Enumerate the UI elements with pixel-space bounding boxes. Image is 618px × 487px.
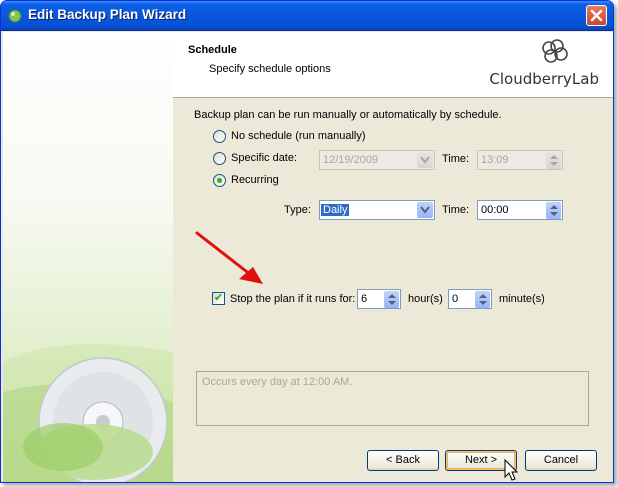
mouse-cursor-icon bbox=[504, 459, 519, 481]
recurring-label[interactable]: Recurring bbox=[231, 174, 279, 186]
spin-icon[interactable] bbox=[546, 152, 561, 169]
recurring-radio[interactable] bbox=[213, 174, 226, 187]
spin-icon[interactable] bbox=[546, 202, 561, 219]
chevron-down-icon[interactable] bbox=[417, 202, 433, 218]
specific-date-radio[interactable] bbox=[213, 152, 226, 165]
spin-icon[interactable] bbox=[475, 291, 490, 308]
wizard-window: Edit Backup Plan Wizard Schedule Specify… bbox=[0, 0, 614, 483]
type-label: Type: bbox=[284, 204, 311, 216]
stop-plan-checkbox[interactable]: ✔ bbox=[212, 292, 225, 305]
specific-date-value: 12/19/2009 bbox=[323, 154, 379, 166]
minutes-input[interactable]: 0 bbox=[448, 289, 492, 309]
no-schedule-radio[interactable] bbox=[213, 130, 226, 143]
window-title: Edit Backup Plan Wizard bbox=[28, 7, 187, 22]
recurring-time-value: 00:00 bbox=[481, 204, 509, 216]
hours-value: 6 bbox=[361, 293, 368, 305]
specific-date-label[interactable]: Specific date: bbox=[231, 152, 297, 164]
chevron-down-icon[interactable] bbox=[417, 152, 433, 168]
wizard-side-banner bbox=[3, 32, 173, 482]
type-select[interactable]: Daily bbox=[319, 200, 435, 220]
specific-time-value: 13:09 bbox=[481, 154, 509, 166]
banner-graphic bbox=[3, 344, 173, 482]
specific-time-input[interactable]: 13:09 bbox=[477, 150, 563, 170]
recurring-time-label: Time: bbox=[442, 204, 470, 216]
cloudberry-logo-icon bbox=[542, 39, 568, 63]
specific-date-picker[interactable]: 12/19/2009 bbox=[319, 150, 435, 170]
title-bar[interactable]: Edit Backup Plan Wizard bbox=[1, 1, 613, 31]
wizard-header: Schedule Specify schedule options Cloudb… bbox=[173, 32, 613, 98]
red-arrow-annotation bbox=[195, 231, 263, 284]
logo-text: CloudberryLab bbox=[489, 70, 599, 88]
page-title: Schedule bbox=[188, 44, 237, 56]
close-button[interactable] bbox=[586, 5, 607, 26]
specific-time-label: Time: bbox=[442, 153, 470, 165]
type-value: Daily bbox=[321, 204, 350, 216]
spin-icon[interactable] bbox=[384, 291, 399, 308]
cancel-button[interactable]: Cancel bbox=[525, 450, 597, 471]
schedule-intro: Backup plan can be run manually or autom… bbox=[194, 109, 502, 121]
back-button[interactable]: < Back bbox=[367, 450, 439, 471]
hours-unit-label: hour(s) bbox=[408, 293, 443, 305]
app-icon bbox=[8, 9, 22, 23]
close-icon bbox=[590, 9, 603, 22]
hours-input[interactable]: 6 bbox=[357, 289, 401, 309]
minutes-value: 0 bbox=[452, 293, 459, 305]
recurring-time-input[interactable]: 00:00 bbox=[477, 200, 563, 220]
schedule-summary-text: Occurs every day at 12:00 AM. bbox=[202, 376, 353, 388]
minutes-unit-label: minute(s) bbox=[499, 293, 545, 305]
schedule-summary-box: Occurs every day at 12:00 AM. bbox=[196, 371, 589, 426]
stop-plan-label[interactable]: Stop the plan if it runs for: bbox=[230, 293, 355, 305]
no-schedule-label[interactable]: No schedule (run manually) bbox=[231, 130, 366, 142]
page-subtitle: Specify schedule options bbox=[209, 63, 331, 75]
